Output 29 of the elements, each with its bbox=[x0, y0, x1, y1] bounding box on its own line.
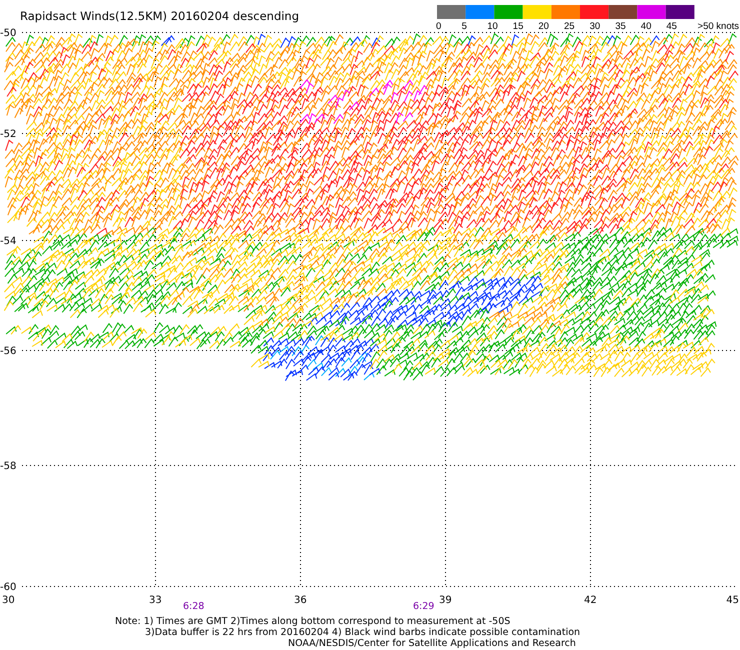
longitude-label: 36 bbox=[294, 595, 307, 606]
legend-label: 10 bbox=[487, 21, 498, 32]
legend-label: >50 knots bbox=[698, 21, 739, 32]
legend-label: 45 bbox=[666, 21, 677, 32]
legend-label: 0 bbox=[436, 21, 442, 32]
latitude-label: -56 bbox=[0, 346, 16, 357]
latitude-label: -52 bbox=[0, 129, 16, 140]
latitude-label: -54 bbox=[0, 236, 16, 247]
longitude-label: 39 bbox=[439, 595, 452, 606]
legend-label: 5 bbox=[462, 21, 467, 32]
time-label: 6:29 bbox=[413, 601, 434, 612]
legend-label: 15 bbox=[512, 21, 524, 32]
longitude-label: 42 bbox=[584, 595, 597, 606]
note-text: 3)Data buffer is 22 hrs from 20160204 4) Black wind barbs indicate possible contamination bbox=[145, 627, 580, 638]
note-text: Note: 1) Times are GMT 2)Times along bottom correspond to measurement at -50S bbox=[115, 616, 510, 627]
legend-label: 40 bbox=[640, 21, 652, 32]
note-text: NOAA/NESDIS/Center for Satellite Applications and Research bbox=[288, 638, 576, 649]
longitude-label: 33 bbox=[149, 595, 162, 606]
plot-title: Rapidsact Winds(12.5KM) 20160204 descending bbox=[20, 9, 300, 23]
latitude-label: -50 bbox=[0, 28, 16, 39]
legend-label: 25 bbox=[564, 21, 575, 32]
longitude-label: 45 bbox=[726, 595, 739, 606]
time-label: 6:28 bbox=[183, 601, 204, 612]
latitude-label: -60 bbox=[0, 582, 16, 593]
legend-label: 35 bbox=[615, 21, 626, 32]
longitude-label: 30 bbox=[2, 595, 15, 606]
legend-label: 20 bbox=[538, 21, 549, 32]
latitude-label: -58 bbox=[0, 461, 16, 472]
legend-label: 30 bbox=[590, 21, 600, 32]
